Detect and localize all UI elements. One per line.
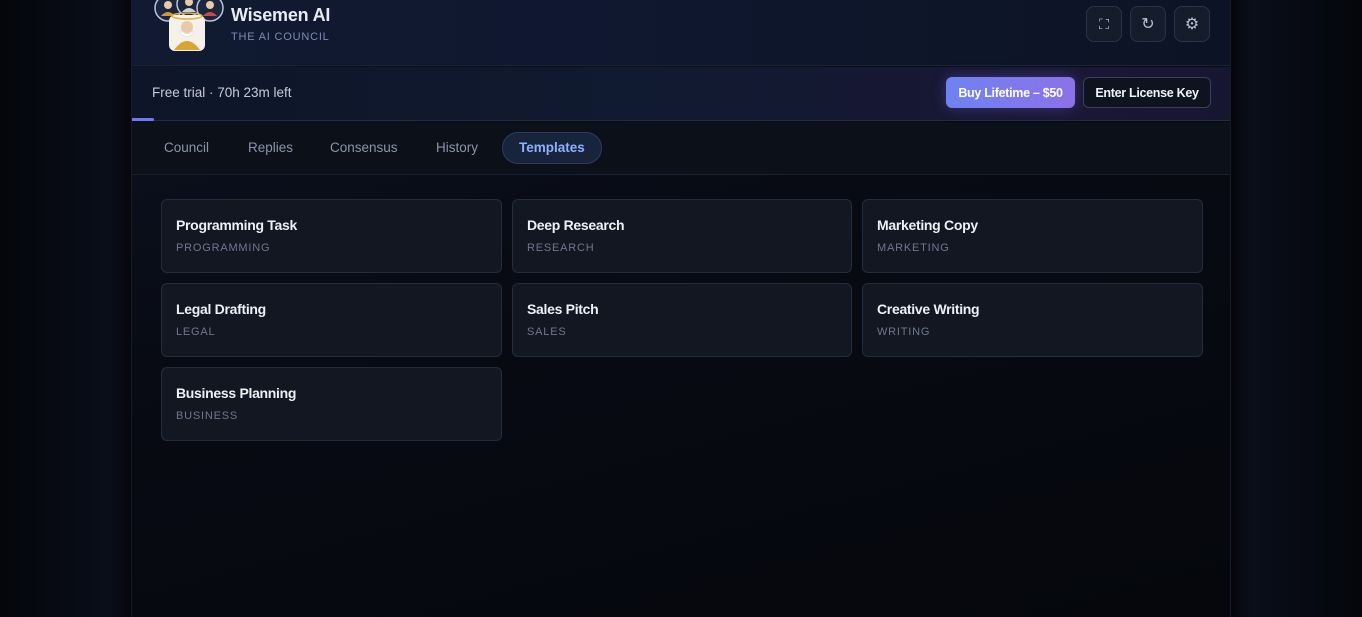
trial-status-text: Free trial · 70h 23m left (152, 85, 292, 100)
template-card-writing[interactable]: Creative Writing WRITING (862, 283, 1203, 357)
template-title: Marketing Copy (877, 217, 978, 233)
template-category: SALES (527, 326, 567, 338)
app-subtitle: THE AI COUNCIL (231, 31, 330, 43)
trial-banner: Free trial · 70h 23m left Buy Lifetime –… (132, 67, 1230, 121)
tab-consensus[interactable]: Consensus (314, 132, 414, 164)
template-title: Business Planning (176, 385, 297, 401)
fullscreen-button[interactable]: ⛶ (1086, 6, 1122, 42)
template-category: RESEARCH (527, 242, 595, 254)
template-category: BUSINESS (176, 410, 239, 422)
fullscreen-icon: ⛶ (1099, 15, 1109, 32)
app-title: Wisemen AI (231, 5, 331, 25)
tab-bar: Council Replies Consensus History Templa… (132, 122, 1230, 175)
enter-license-key-button[interactable]: Enter License Key (1083, 77, 1211, 108)
refresh-button[interactable]: ↻ (1130, 6, 1166, 42)
template-card-research[interactable]: Deep Research RESEARCH (512, 199, 852, 273)
tab-council[interactable]: Council (148, 132, 225, 164)
wisemen-logo (154, 0, 224, 51)
refresh-icon: ↻ (1141, 16, 1155, 33)
tab-templates[interactable]: Templates (502, 132, 602, 164)
template-category: PROGRAMMING (176, 242, 271, 254)
trial-progress-fill (132, 118, 154, 121)
template-title: Sales Pitch (527, 301, 599, 317)
buy-lifetime-button[interactable]: Buy Lifetime – $50 (946, 77, 1075, 108)
template-card-business[interactable]: Business Planning BUSINESS (161, 367, 502, 441)
template-category: WRITING (877, 326, 931, 338)
template-title: Creative Writing (877, 301, 980, 317)
app-header: Wisemen AI THE AI COUNCIL ⛶ ↻ ⚙ (132, 0, 1230, 66)
trial-progress-bar (132, 118, 1230, 121)
tab-history[interactable]: History (420, 132, 494, 164)
settings-icon: ⚙ (1184, 16, 1200, 33)
template-title: Legal Drafting (176, 301, 266, 317)
app-window: Wisemen AI THE AI COUNCIL ⛶ ↻ ⚙ Free tri… (131, 0, 1231, 617)
tab-replies[interactable]: Replies (232, 132, 309, 164)
template-card-programming[interactable]: Programming Task PROGRAMMING (161, 199, 502, 273)
template-title: Deep Research (527, 217, 625, 233)
template-category: LEGAL (176, 326, 216, 338)
template-title: Programming Task (176, 217, 297, 233)
settings-button[interactable]: ⚙ (1174, 6, 1210, 42)
template-category: MARKETING (877, 242, 950, 254)
template-card-sales[interactable]: Sales Pitch SALES (512, 283, 852, 357)
template-card-marketing[interactable]: Marketing Copy MARKETING (862, 199, 1203, 273)
template-card-legal[interactable]: Legal Drafting LEGAL (161, 283, 502, 357)
